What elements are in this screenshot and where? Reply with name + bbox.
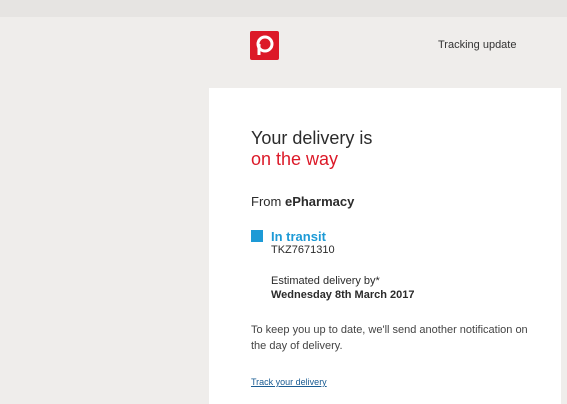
notification-notice: To keep you up to date, we'll send anoth… [251, 324, 528, 352]
sender-name: ePharmacy [284, 194, 355, 209]
email-card: Your delivery is on the way From ePharma… [209, 88, 561, 404]
headline-line2: on the way [251, 149, 339, 169]
header-title: Tracking update [438, 39, 517, 51]
estimated-delivery-date: Wednesday 8th March 2017 [271, 289, 415, 301]
sender-line: From ePharmacy [251, 194, 354, 209]
tracking-number: TKZ7671310 [271, 244, 335, 256]
track-delivery-link[interactable]: Track your delivery [251, 377, 327, 387]
headline-line1: Your delivery is [251, 128, 373, 148]
sender-prefix: From [251, 194, 282, 209]
status-square-icon [251, 230, 263, 242]
status-label: In transit [271, 229, 326, 244]
top-strip [0, 0, 567, 17]
estimated-delivery-label: Estimated delivery by* [271, 275, 380, 287]
headline: Your delivery is on the way [251, 128, 372, 170]
australia-post-logo-icon [250, 31, 279, 60]
